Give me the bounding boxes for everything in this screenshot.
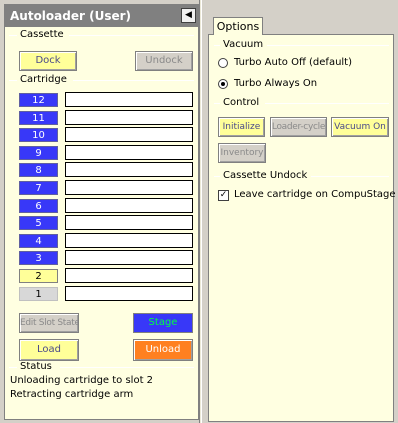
status-line-1: Unloading cartridge to slot 2 xyxy=(10,375,154,386)
slot-field-4[interactable] xyxy=(65,233,193,248)
vacuum-group-line-left xyxy=(214,45,220,46)
slot-field-10[interactable] xyxy=(65,127,193,142)
panel-title: Autoloader (User) xyxy=(5,5,198,27)
turbo-auto-off-label[interactable]: Turbo Auto Off (default) xyxy=(234,57,352,69)
slot-number-11[interactable]: 11 xyxy=(19,111,58,125)
slot-number-1[interactable]: 1 xyxy=(19,287,58,301)
status-group-line-right xyxy=(60,367,194,368)
cassette-group-label: Cassette xyxy=(20,29,64,40)
turbo-always-on-radio[interactable] xyxy=(218,79,228,89)
slot-number-10[interactable]: 10 xyxy=(19,128,58,142)
slot-number-8[interactable]: 8 xyxy=(19,163,58,177)
slot-number-12[interactable]: 12 xyxy=(19,93,58,107)
cassette-undock-group-line-left xyxy=(214,176,220,177)
slot-number-5[interactable]: 5 xyxy=(19,216,58,230)
slot-field-8[interactable] xyxy=(65,162,193,177)
turbo-auto-off-radio[interactable] xyxy=(218,58,228,68)
vacuum-group-line-right xyxy=(267,45,389,46)
slot-field-12[interactable] xyxy=(65,92,193,107)
control-group-line-left xyxy=(214,103,220,104)
options-tab-body: Vacuum Turbo Auto Off (default) Turbo Al… xyxy=(208,34,396,422)
status-line-2: Retracting cartridge arm xyxy=(10,389,134,400)
dock-button[interactable]: Dock xyxy=(19,51,77,71)
turbo-always-on-label[interactable]: Turbo Always On xyxy=(234,78,317,90)
slot-field-7[interactable] xyxy=(65,180,193,195)
control-group-label: Control xyxy=(223,97,260,108)
tab-options[interactable]: Options xyxy=(213,17,263,35)
vacuum-group-label: Vacuum xyxy=(223,39,264,50)
slot-field-5[interactable] xyxy=(65,215,193,230)
undock-button[interactable]: Undock xyxy=(135,51,193,71)
slot-number-9[interactable]: 9 xyxy=(19,146,58,160)
stage-indicator: Stage xyxy=(133,313,193,333)
cartridge-group-line-left xyxy=(9,80,17,81)
cassette-group-line-right xyxy=(69,35,194,36)
slot-number-3[interactable]: 3 xyxy=(19,251,58,265)
edit-slot-state-button[interactable]: Edit Slot State xyxy=(19,313,79,333)
unload-button[interactable]: Unload xyxy=(133,339,193,361)
vacuum-on-button[interactable]: Vacuum On xyxy=(331,117,389,137)
leave-cartridge-checkbox[interactable]: ✓ xyxy=(218,190,229,201)
slot-field-3[interactable] xyxy=(65,250,193,265)
slot-field-2[interactable] xyxy=(65,268,193,283)
slot-number-6[interactable]: 6 xyxy=(19,199,58,213)
cassette-undock-group-line-right xyxy=(311,176,389,177)
inventory-button[interactable]: Inventory xyxy=(218,143,266,163)
autoloader-panel-body: Autoloader (User) ◀ Cassette Dock Undock… xyxy=(4,4,199,420)
slot-field-1[interactable] xyxy=(65,286,193,301)
leave-cartridge-label[interactable]: Leave cartridge on CompuStage xyxy=(234,189,396,201)
initialize-button[interactable]: Initialize xyxy=(218,117,265,137)
slot-number-7[interactable]: 7 xyxy=(19,181,58,195)
status-group-label: Status xyxy=(20,361,52,372)
slot-number-4[interactable]: 4 xyxy=(19,234,58,248)
collapse-arrow-icon[interactable]: ◀ xyxy=(181,8,196,23)
slot-field-9[interactable] xyxy=(65,145,193,160)
load-button[interactable]: Load xyxy=(19,339,79,361)
cassette-group-line-left xyxy=(9,35,17,36)
loader-cycle-button[interactable]: Loader-cycle xyxy=(270,117,327,137)
slot-number-2[interactable]: 2 xyxy=(19,269,58,283)
status-group-line-left xyxy=(9,367,17,368)
cassette-undock-group-label: Cassette Undock xyxy=(223,170,308,181)
cartridge-group-label: Cartridge xyxy=(20,74,67,85)
cartridge-group-line-right xyxy=(73,80,194,81)
slot-field-11[interactable] xyxy=(65,110,193,125)
slot-field-6[interactable] xyxy=(65,198,193,213)
control-group-line-right xyxy=(265,103,389,104)
